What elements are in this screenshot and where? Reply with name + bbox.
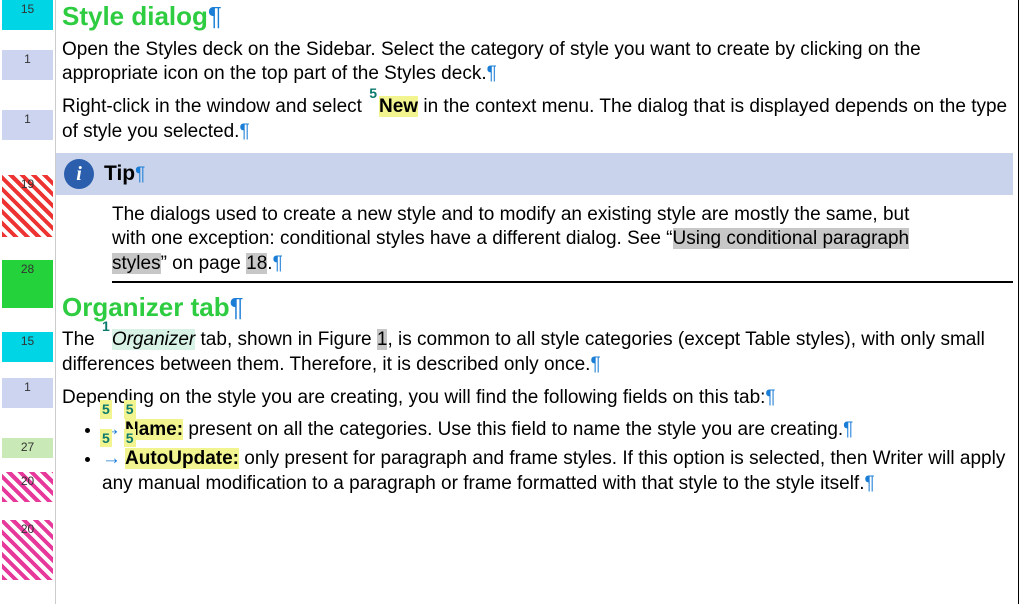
revision-mark: 5 — [100, 400, 112, 418]
list-item-autoupdate: 5 5 →AutoUpdate: only present for paragr… — [102, 447, 1013, 496]
revision-mark: 5 — [100, 429, 112, 447]
revision-marks: 5 5 — [100, 400, 136, 418]
pilcrow-icon: ¶ — [865, 473, 875, 494]
gutter-mark: 15 — [2, 0, 53, 30]
text-run: tab, shown in Figure — [195, 329, 377, 350]
para-open-styles: Open the Styles deck on the Sidebar. Sel… — [62, 38, 1013, 87]
para-organizer-intro: The 1Organizer tab, shown in Figure 1, i… — [62, 328, 1013, 377]
revision-mark: 5 — [367, 85, 379, 101]
pilcrow-icon: ¶ — [590, 354, 600, 375]
revision-mark: 1 — [100, 318, 112, 334]
pilcrow-icon: ¶ — [843, 419, 853, 440]
pilcrow-icon: ¶ — [208, 1, 222, 31]
tip-label-wrap: Tip¶ — [104, 160, 145, 188]
page-reference[interactable]: 18 — [246, 253, 267, 274]
gutter-mark: 1 — [2, 50, 53, 80]
heading-block: Style dialog¶ — [56, 0, 1013, 34]
field-list: 5 5 →Name: present on all the categories… — [56, 418, 1013, 496]
gutter-mark: 19 — [2, 175, 53, 237]
gutter-mark: 27 — [2, 438, 53, 458]
revision-marks: 5 5 — [100, 429, 136, 447]
paragraph: Depending on the style you are creating,… — [56, 386, 1013, 411]
text-run: ” on page — [161, 253, 247, 274]
gutter-mark: 20 — [2, 520, 53, 580]
pilcrow-icon: ¶ — [765, 387, 775, 408]
text-run: present on all the categories. Use this … — [183, 419, 843, 440]
tip-heading-box: i Tip¶ — [56, 153, 1013, 195]
text-run: The — [62, 329, 95, 350]
gutter-mark: 20 — [2, 472, 53, 502]
text-run: Depending on the style you are creating,… — [62, 387, 765, 408]
gutter-mark: 15 — [2, 332, 53, 362]
tab-name-ref: Organizer — [112, 329, 195, 350]
margin-gutter: 15 1 1 19 28 15 1 27 20 20 — [0, 0, 56, 604]
heading-organizer-tab: Organizer tab¶ — [62, 291, 1013, 325]
tip-body: The dialogs used to create a new style a… — [112, 203, 1013, 283]
pilcrow-icon: ¶ — [487, 63, 497, 84]
heading-text: Style dialog — [62, 1, 208, 31]
heading-text: Organizer tab — [62, 292, 230, 322]
list-item-name: 5 5 →Name: present on all the categories… — [102, 418, 1013, 443]
para-right-click: Right-click in the window and select 5Ne… — [62, 95, 1013, 144]
right-margin-line — [1015, 0, 1019, 604]
pilcrow-icon: ¶ — [239, 121, 249, 142]
pilcrow-icon: ¶ — [135, 164, 145, 185]
figure-reference[interactable]: 1 — [377, 329, 388, 350]
paragraph: Open the Styles deck on the Sidebar. Sel… — [56, 38, 1013, 87]
info-icon: i — [64, 159, 94, 189]
revision-mark: 5 — [124, 429, 136, 447]
para-depending: Depending on the style you are creating,… — [62, 386, 1013, 411]
document-page: 15111928151272020 Style dialog¶ Open the… — [0, 0, 1019, 604]
document-body: Style dialog¶ Open the Styles deck on th… — [56, 0, 1019, 604]
heading-style-dialog: Style dialog¶ — [62, 0, 1013, 34]
text-run: Right-click in the window and select — [62, 96, 362, 117]
gutter-mark: 28 — [2, 260, 53, 308]
highlight-new: New — [379, 96, 418, 117]
tip-label: Tip — [104, 162, 135, 185]
tab-arrow-icon: → — [102, 448, 121, 469]
bullet-list: 5 5 →Name: present on all the categories… — [62, 418, 1013, 496]
paragraph: The 1Organizer tab, shown in Figure 1, i… — [56, 328, 1013, 377]
term-autoupdate: AutoUpdate: — [125, 448, 239, 469]
gutter-mark: 1 — [2, 378, 53, 408]
heading-block: Organizer tab¶ — [56, 291, 1013, 325]
pilcrow-icon: ¶ — [230, 292, 244, 322]
pilcrow-icon: ¶ — [273, 253, 283, 274]
gutter-mark: 1 — [2, 110, 53, 140]
revision-mark: 5 — [124, 400, 136, 418]
paragraph: Right-click in the window and select 5Ne… — [56, 95, 1013, 144]
